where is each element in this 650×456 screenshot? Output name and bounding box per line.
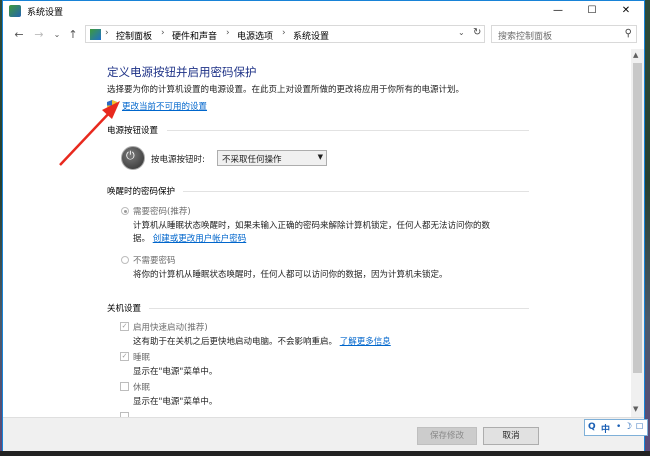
ime-search-icon[interactable]: Q xyxy=(588,422,596,432)
ime-menu-icon[interactable]: ☐ xyxy=(636,422,643,431)
moon-icon[interactable]: ☽ xyxy=(624,422,632,432)
ime-toolbar[interactable]: Q 中 • ☽ ☐ xyxy=(584,419,648,436)
ime-punctuation-icon[interactable]: • xyxy=(616,422,621,432)
ime-language-indicator[interactable]: 中 xyxy=(601,422,610,435)
taskbar xyxy=(0,451,650,456)
annotation-arrow-icon xyxy=(59,101,120,166)
